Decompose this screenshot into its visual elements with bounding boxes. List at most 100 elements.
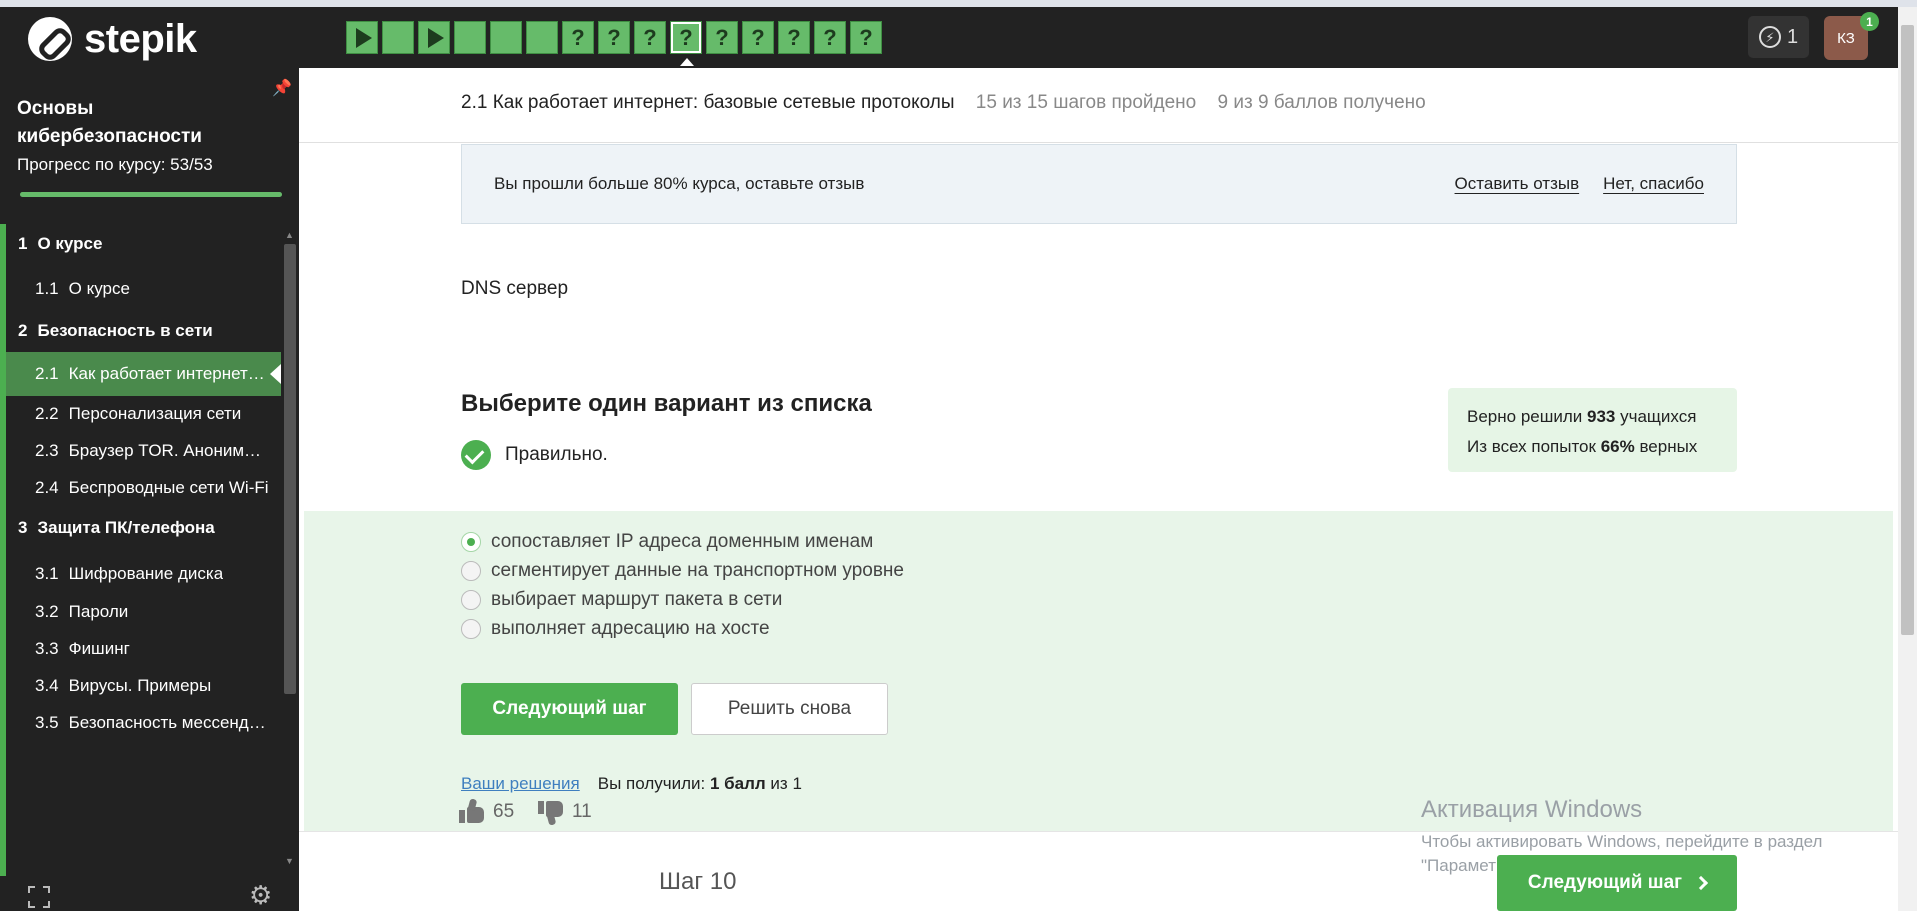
toc-label: Фишинг	[68, 639, 130, 658]
step-navigation: ?????????	[346, 21, 882, 66]
quiz-option[interactable]: сопоставляет IP адреса доменным именам	[461, 531, 873, 553]
next-step-button[interactable]: Следующий шаг	[461, 683, 678, 735]
page-scrollbar-thumb[interactable]	[1901, 25, 1914, 635]
dislike-count: 11	[572, 801, 592, 822]
step-3[interactable]	[418, 21, 450, 54]
course-sidebar: 📌 Основы кибербезопасности Прогресс по к…	[0, 68, 299, 911]
logo-text: stepik	[84, 17, 197, 61]
toc-label: Пароли	[68, 602, 129, 621]
energy-count: 1	[1786, 25, 1799, 48]
rate-prefix: Из всех попыток	[1467, 437, 1601, 456]
toc-lesson-3-5[interactable]: 3.5 Безопасность мессенджеров	[6, 701, 281, 745]
dislike-control[interactable]: 11	[538, 799, 592, 826]
page-scrollbar[interactable]	[1898, 7, 1917, 911]
toc-label: Защита ПК/телефона	[37, 518, 215, 537]
leave-review-link[interactable]: Оставить отзыв	[1455, 174, 1580, 194]
toc-section-2[interactable]: 2 Безопасность в сети	[6, 311, 281, 351]
success-rate: 66%	[1600, 437, 1635, 456]
toc-number: 3	[18, 518, 28, 537]
step-6[interactable]	[526, 21, 558, 54]
scroll-down-icon[interactable]: ▼	[285, 856, 294, 866]
quiz-option-label: сегментирует данные на транспортном уров…	[491, 560, 904, 581]
step-2[interactable]	[382, 21, 414, 54]
toc-label: О курсе	[68, 279, 130, 298]
toc-lesson-2-1[interactable]: 2.1 Как работает интернет: базовые сетевы…	[6, 352, 281, 396]
step-10[interactable]: ?	[670, 21, 702, 66]
lightning-icon: ⚡	[1758, 26, 1781, 48]
points-received: 9 из 9 баллов получено	[1217, 92, 1426, 113]
no-thanks-link[interactable]: Нет, спасибо	[1603, 174, 1704, 194]
toc-label: Беспроводные сети Wi-Fi	[68, 478, 269, 497]
quiz-title: Выберите один вариант из списка	[461, 390, 872, 417]
solved-prefix: Верно решили	[1467, 407, 1587, 426]
play-icon	[427, 27, 444, 48]
like-count: 65	[493, 801, 515, 822]
watermark-title: Активация Windows	[1421, 796, 1643, 823]
toc-number: 3.5	[35, 713, 59, 732]
stepik-logo[interactable]: stepik	[28, 17, 197, 61]
browser-top-stripe	[0, 0, 1917, 7]
course-progress-label: Прогресс по курсу: 53/53	[17, 155, 213, 174]
quiz-option[interactable]: выбирает маршрут пакета в сети	[461, 589, 782, 611]
radio-button[interactable]	[461, 619, 481, 639]
thumbs-up-icon	[459, 798, 485, 825]
lesson-main: 2.1 Как работает интернет: базовые сетев…	[299, 68, 1898, 911]
step-9[interactable]: ?	[634, 21, 666, 54]
solutions-row: Ваши решения Вы получили: 1 балл из 1	[461, 774, 802, 794]
scroll-up-icon[interactable]: ▲	[285, 230, 294, 240]
toc-section-3[interactable]: 3 Защита ПК/телефона	[6, 508, 281, 548]
toc-label: Как работает интернет: базовые сетевые п…	[68, 364, 269, 383]
watermark-line1: Чтобы активировать Windows, перейдите в …	[1421, 832, 1823, 851]
toc-number: 2.2	[35, 404, 59, 423]
footer-next-step-button[interactable]: Следующий шаг	[1497, 855, 1737, 911]
lesson-header: 2.1 Как работает интернет: базовые сетев…	[461, 92, 1426, 114]
step-5[interactable]	[490, 21, 522, 54]
step-13[interactable]: ?	[778, 21, 810, 54]
step-7[interactable]: ?	[562, 21, 594, 54]
toc-number: 3.3	[35, 639, 59, 658]
energy-counter[interactable]: ⚡ 1	[1748, 16, 1809, 58]
toc-label: Безопасность в сети	[37, 321, 213, 340]
toc-number: 3.4	[35, 676, 59, 695]
radio-button[interactable]	[461, 590, 481, 610]
like-control[interactable]: 65	[459, 798, 515, 825]
course-progress-bar	[20, 192, 282, 197]
retry-button[interactable]: Решить снова	[691, 683, 888, 735]
step-text: DNS сервер	[461, 278, 569, 299]
step-12[interactable]: ?	[742, 21, 774, 54]
fullscreen-icon[interactable]	[28, 886, 50, 908]
radio-button[interactable]	[461, 561, 481, 581]
course-title[interactable]: Основы кибербезопасности	[17, 95, 277, 151]
toc-lesson-1-1[interactable]: 1.1 О курсе	[6, 267, 281, 311]
answer-area: сопоставляет IP адреса доменным именам се…	[304, 511, 1893, 831]
step-15[interactable]: ?	[850, 21, 882, 54]
toc-lesson-2-4[interactable]: 2.4 Беспроводные сети Wi-Fi	[6, 466, 281, 510]
quiz-option[interactable]: выполняет адресацию на хосте	[461, 618, 770, 640]
header-divider	[299, 142, 1898, 143]
steps-passed: 15 из 15 шагов пройдено	[975, 92, 1197, 113]
quiz-option-label: выбирает маршрут пакета в сети	[491, 589, 783, 610]
thumbs-down-icon	[538, 799, 564, 826]
table-of-contents: 1 О курсе 1.1 О курсе 2 Безопасность в сети 2.…	[0, 224, 281, 876]
toc-number: 3.1	[35, 564, 59, 583]
toc-label: Безопасность мессенджеров	[68, 713, 269, 732]
step-11[interactable]: ?	[706, 21, 738, 54]
step-8[interactable]: ?	[598, 21, 630, 54]
score-mid: из	[765, 774, 793, 793]
rate-suffix: верных	[1634, 437, 1698, 456]
success-rate-line: Из всех попыток 66% верных	[1467, 432, 1718, 462]
sidebar-scrollbar[interactable]: ▲ ▼	[283, 230, 296, 870]
your-solutions-link[interactable]: Ваши решения	[461, 774, 580, 794]
toc-section-1[interactable]: 1 О курсе	[6, 224, 281, 264]
radio-button[interactable]	[461, 532, 481, 552]
stepik-logo-icon	[28, 17, 72, 61]
sidebar-scrollbar-thumb[interactable]	[284, 244, 296, 694]
gear-icon[interactable]: ⚙	[249, 882, 272, 908]
quiz-option-label: сопоставляет IP адреса доменным именам	[491, 531, 874, 552]
quiz-option[interactable]: сегментирует данные на транспортном уров…	[461, 560, 904, 582]
lesson-title: 2.1 Как работает интернет: базовые сетев…	[461, 92, 955, 113]
step-14[interactable]: ?	[814, 21, 846, 54]
step-4[interactable]	[454, 21, 486, 54]
toc-label: Шифрование диска	[68, 564, 224, 583]
step-1[interactable]	[346, 21, 378, 54]
